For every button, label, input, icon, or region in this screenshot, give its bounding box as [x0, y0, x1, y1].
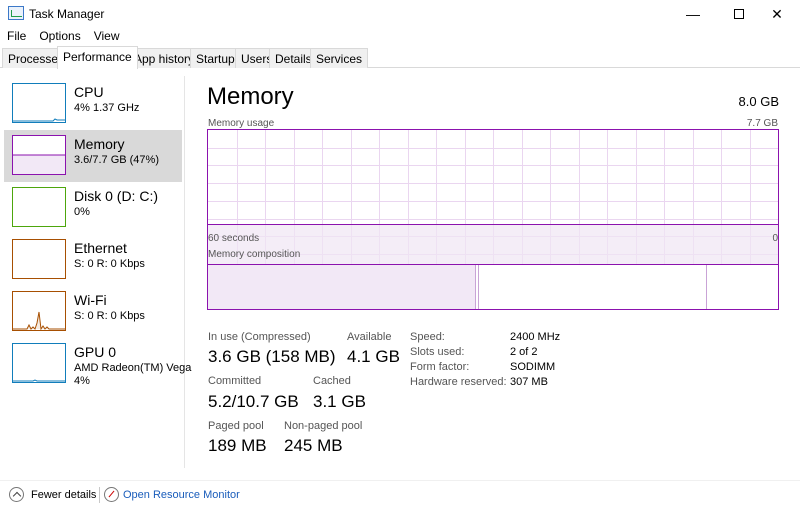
hardware-reserved-value: 307 MB — [510, 376, 548, 388]
committed-label: Committed — [208, 375, 262, 387]
composition-standby — [479, 265, 707, 309]
paged-pool-value: 189 MB — [208, 436, 267, 455]
footer-bar: Fewer details Open Resource Monitor — [0, 480, 800, 508]
sidebar-item-subtitle: 3.6/7.7 GB (47%) — [74, 154, 159, 166]
hardware-reserved-label: Hardware reserved: — [410, 376, 507, 388]
cached-label: Cached — [313, 375, 351, 387]
slots-used-value: 2 of 2 — [510, 346, 538, 358]
usage-time-label: 60 seconds — [208, 233, 260, 244]
gpu-graph-icon — [12, 343, 66, 383]
usage-graph-max: 7.7 GB — [746, 118, 778, 129]
sidebar-item-ethernet[interactable]: Ethernet S: 0 R: 0 Kbps — [4, 234, 182, 286]
memory-composition-bar — [207, 264, 779, 310]
resource-monitor-icon[interactable] — [104, 487, 119, 502]
in-use-label: In use (Compressed) — [208, 331, 311, 343]
tab-startup[interactable]: Startup — [190, 48, 241, 68]
form-factor-label: Form factor: — [410, 361, 470, 373]
open-resource-monitor-link[interactable]: Open Resource Monitor — [123, 489, 240, 501]
composition-label: Memory composition — [208, 249, 301, 260]
close-button[interactable]: ✕ — [754, 0, 800, 28]
sidebar-item-subtitle: 0% — [74, 206, 90, 218]
sidebar-item-subtitle: S: 0 R: 0 Kbps — [74, 258, 145, 270]
sidebar-item-gpu[interactable]: GPU 0 AMD Radeon(TM) Vega 4% — [4, 338, 191, 390]
minimize-button[interactable]: — — [670, 0, 716, 28]
resource-sidebar: CPU 4% 1.37 GHz Memory 3.6/7.7 GB (47%) … — [0, 76, 191, 468]
form-factor-value: SODIMM — [510, 361, 556, 373]
ethernet-graph-icon — [12, 239, 66, 279]
sidebar-item-subtitle: AMD Radeon(TM) Vega — [74, 362, 192, 374]
disk-graph-icon — [12, 187, 66, 227]
cpu-graph-icon — [12, 83, 66, 123]
sidebar-item-wifi[interactable]: Wi-Fi S: 0 R: 0 Kbps — [4, 286, 182, 338]
maximize-icon — [734, 9, 744, 19]
fewer-details-button[interactable]: Fewer details — [31, 489, 96, 501]
task-manager-icon — [8, 6, 24, 20]
sidebar-item-title: Ethernet — [74, 240, 127, 256]
speed-value: 2400 MHz — [510, 331, 561, 343]
tab-services[interactable]: Services — [310, 48, 369, 68]
sidebar-item-subtitle: 4% 1.37 GHz — [74, 102, 140, 114]
cached-value: 3.1 GB — [313, 392, 366, 411]
sidebar-item-cpu[interactable]: CPU 4% 1.37 GHz — [4, 78, 182, 130]
menu-bar: File Options View — [0, 28, 800, 46]
non-paged-pool-value: 245 MB — [284, 436, 343, 455]
sidebar-item-title: GPU 0 — [74, 344, 117, 360]
sidebar-item-title: CPU — [74, 84, 104, 100]
footer-divider — [99, 487, 100, 503]
memory-graph-icon — [12, 135, 66, 175]
sidebar-item-disk[interactable]: Disk 0 (D: C:) 0% — [4, 182, 182, 234]
tab-performance[interactable]: Performance — [57, 46, 138, 69]
usage-zero-label: 0 — [772, 233, 778, 244]
menu-view[interactable]: View — [87, 28, 126, 46]
sidebar-item-title: Memory — [74, 136, 125, 152]
memory-panel: Memory 8.0 GB Memory usage 7.7 GB 60 sec… — [200, 76, 790, 468]
usage-graph-label: Memory usage — [208, 118, 275, 129]
paged-pool-label: Paged pool — [208, 420, 264, 432]
chevron-up-icon[interactable] — [9, 487, 24, 502]
slots-used-label: Slots used: — [410, 346, 465, 358]
committed-value: 5.2/10.7 GB — [208, 392, 299, 411]
available-value: 4.1 GB — [347, 347, 400, 366]
available-label: Available — [347, 331, 392, 343]
speed-label: Speed: — [410, 331, 445, 343]
composition-in-use — [208, 265, 476, 309]
title-bar: Task Manager — ✕ — [0, 0, 800, 28]
sidebar-item-memory[interactable]: Memory 3.6/7.7 GB (47%) — [4, 130, 182, 182]
sidebar-item-title: Disk 0 (D: C:) — [74, 188, 158, 204]
menu-options[interactable]: Options — [32, 28, 86, 46]
menu-file[interactable]: File — [0, 28, 32, 46]
window-title: Task Manager — [29, 7, 105, 21]
in-use-value: 3.6 GB (158 MB) — [208, 347, 336, 366]
sidebar-item-title: Wi-Fi — [74, 292, 107, 308]
non-paged-pool-label: Non-paged pool — [284, 420, 363, 432]
tab-strip: Processes Performance App history Startu… — [0, 46, 800, 69]
page-title: Memory — [207, 83, 294, 110]
sidebar-item-subtitle-2: 4% — [74, 375, 90, 387]
memory-total: 8.0 GB — [738, 94, 779, 109]
sidebar-item-subtitle: S: 0 R: 0 Kbps — [74, 310, 145, 322]
wifi-graph-icon — [12, 291, 66, 331]
